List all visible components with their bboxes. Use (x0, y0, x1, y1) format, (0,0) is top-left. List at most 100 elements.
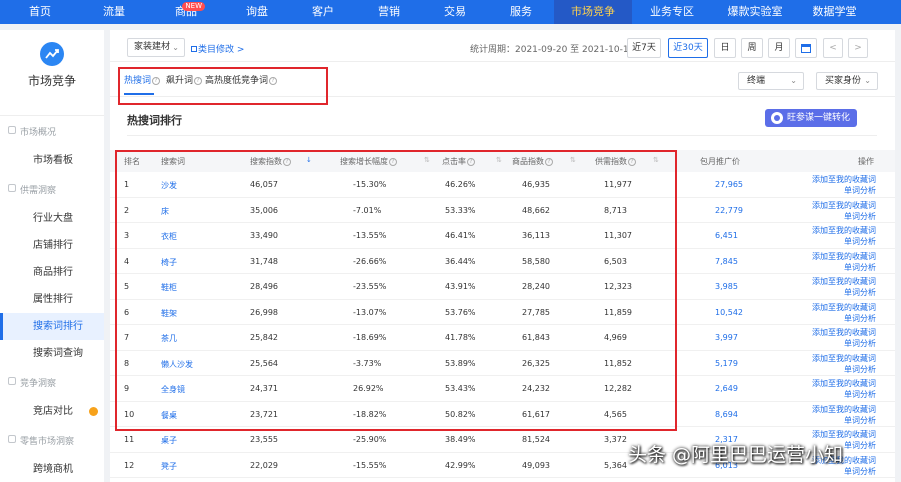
cell-search-index: 22,029 (250, 460, 278, 470)
sidebar-item[interactable]: 店铺排行 (0, 232, 104, 259)
sidebar-item-label: 商品排行 (33, 267, 73, 278)
word-analysis-link[interactable]: 单词分析 (810, 415, 876, 426)
add-to-favorites-link[interactable]: 添加至我的收藏词 (810, 404, 876, 415)
category-edit-label: 类目修改 > (198, 45, 245, 55)
range-day-button[interactable]: 日 (714, 38, 736, 58)
add-to-favorites-link[interactable]: 添加至我的收藏词 (810, 327, 876, 338)
watermark-text: 头条 @阿里巴巴运营小知 (628, 444, 844, 466)
category-select[interactable]: 家装建材 ⌄ (127, 38, 185, 57)
terminal-dropdown[interactable]: 终端 ⌄ (738, 72, 804, 90)
add-to-favorites-link[interactable]: 添加至我的收藏词 (810, 251, 876, 262)
nav-item[interactable]: 业务专区 (632, 0, 712, 24)
cell-price[interactable]: 27,965 (715, 180, 743, 189)
cell-rank: 12 (124, 460, 135, 470)
nav-item[interactable]: 询盘 (224, 0, 290, 24)
nav-item[interactable]: 数据学堂 (798, 0, 871, 24)
cell-keyword[interactable]: 桌子 (161, 435, 177, 446)
cell-price[interactable]: 2,649 (715, 384, 738, 393)
nav-item[interactable]: 商品 NEW (148, 0, 224, 24)
add-to-favorites-link[interactable]: 添加至我的收藏词 (810, 174, 876, 185)
cta-label: 旺参谋一键转化 (787, 113, 851, 123)
section-title: 热搜词排行 (127, 114, 182, 127)
word-analysis-link[interactable]: 单词分析 (810, 262, 876, 273)
cell-price[interactable]: 3,985 (715, 282, 738, 291)
nav-item[interactable]: 客户 (290, 0, 356, 24)
row-actions: 添加至我的收藏词 单词分析 (810, 302, 876, 324)
cell-growth: -25.90% (353, 435, 387, 444)
word-analysis-link[interactable]: 单词分析 (810, 466, 876, 477)
chevron-down-icon: ⌄ (790, 76, 797, 85)
wangcanmou-convert-button[interactable]: 旺参谋一键转化 (765, 109, 857, 127)
add-to-favorites-link[interactable]: 添加至我的收藏词 (810, 429, 876, 440)
word-analysis-link[interactable]: 单词分析 (810, 389, 876, 400)
word-analysis-link[interactable]: 单词分析 (810, 313, 876, 324)
word-analysis-link[interactable]: 单词分析 (810, 185, 876, 196)
cell-price[interactable]: 8,694 (715, 410, 738, 419)
sidebar-item[interactable]: 市场看板 (0, 147, 104, 174)
table-highlight-box (115, 150, 677, 431)
range-week-button[interactable]: 周 (741, 38, 763, 58)
buyer-identity-dropdown[interactable]: 买家身份 ⌄ (816, 72, 878, 90)
sidebar-group: 市场概况 (0, 116, 104, 147)
word-analysis-link[interactable]: 单词分析 (810, 364, 876, 375)
sidebar-item-label: 属性排行 (33, 294, 73, 305)
add-to-favorites-link[interactable]: 添加至我的收藏词 (810, 276, 876, 287)
nav-item[interactable]: 首页 (0, 0, 80, 24)
nav-item[interactable]: 营销 (356, 0, 422, 24)
word-analysis-link[interactable]: 单词分析 (810, 211, 876, 222)
nav-item[interactable]: 服务 (488, 0, 554, 24)
add-to-favorites-link[interactable]: 添加至我的收藏词 (810, 378, 876, 389)
range-7d-button[interactable]: 近7天 (627, 38, 661, 58)
cell-price[interactable]: 6,451 (715, 231, 738, 240)
calendar-button[interactable] (795, 38, 817, 58)
range-30d-button[interactable]: 近30天 (668, 38, 708, 58)
cell-growth: -15.55% (353, 460, 387, 470)
sidebar-item[interactable]: 跨境商机 (0, 456, 104, 482)
sidebar-title: 市场竞争 (27, 74, 76, 88)
cell-price[interactable]: 10,542 (715, 308, 743, 317)
row-actions: 添加至我的收藏词 单词分析 (810, 225, 876, 247)
add-to-favorites-link[interactable]: 添加至我的收藏词 (810, 353, 876, 364)
prev-period-button[interactable]: < (823, 38, 843, 58)
sidebar-item[interactable]: 商品排行 (0, 259, 104, 286)
row-actions: 添加至我的收藏词 单词分析 (810, 200, 876, 222)
cell-keyword[interactable]: 凳子 (161, 461, 177, 472)
cell-price[interactable]: 3,997 (715, 333, 738, 342)
nav-item[interactable]: 爆款实验室 (712, 0, 798, 24)
nav-item-label: 营销 (378, 5, 400, 18)
cell-rank: 11 (124, 435, 135, 444)
sidebar-group: 零售市场洞察 (0, 425, 104, 456)
edit-icon (191, 46, 197, 52)
cell-supply-demand: 5,364 (604, 460, 627, 470)
chevron-down-icon: ⌄ (864, 76, 871, 85)
sidebar-item[interactable]: 搜索词查询 (0, 340, 104, 367)
cell-product-index: 81,524 (522, 435, 550, 444)
word-analysis-link[interactable]: 单词分析 (810, 338, 876, 349)
sidebar-item[interactable]: 竞店对比 (0, 398, 104, 425)
next-period-button[interactable]: > (848, 38, 868, 58)
nav-item-label: 爆款实验室 (727, 5, 783, 18)
nav-item[interactable]: 流量 (80, 0, 148, 24)
group-icon (8, 435, 16, 443)
word-analysis-link[interactable]: 单词分析 (810, 287, 876, 298)
sidebar-item[interactable]: 属性排行 (0, 286, 104, 313)
nav-item-label: 首页 (29, 5, 51, 18)
cell-price[interactable]: 5,179 (715, 359, 738, 368)
cell-price[interactable]: 7,845 (715, 257, 738, 266)
add-to-favorites-link[interactable]: 添加至我的收藏词 (810, 225, 876, 236)
category-edit-link[interactable]: 类目修改 > (191, 42, 244, 55)
add-to-favorites-link[interactable]: 添加至我的收藏词 (810, 302, 876, 313)
nav-item-label: 询盘 (246, 5, 268, 18)
nav-item[interactable]: 市场竞争 (554, 0, 632, 24)
cell-price[interactable]: 22,779 (715, 206, 743, 215)
nav-item-label: 流量 (103, 5, 125, 18)
sidebar-item[interactable]: 搜索词排行 (0, 313, 104, 340)
word-analysis-link[interactable]: 单词分析 (810, 236, 876, 247)
nav-item[interactable]: 交易 (422, 0, 488, 24)
row-actions: 添加至我的收藏词 单词分析 (810, 276, 876, 298)
terminal-value: 终端 (747, 76, 766, 86)
nav-item-label: 商品 NEW (175, 2, 205, 18)
sidebar-item[interactable]: 行业大盘 (0, 205, 104, 232)
add-to-favorites-link[interactable]: 添加至我的收藏词 (810, 200, 876, 211)
range-month-button[interactable]: 月 (768, 38, 790, 58)
